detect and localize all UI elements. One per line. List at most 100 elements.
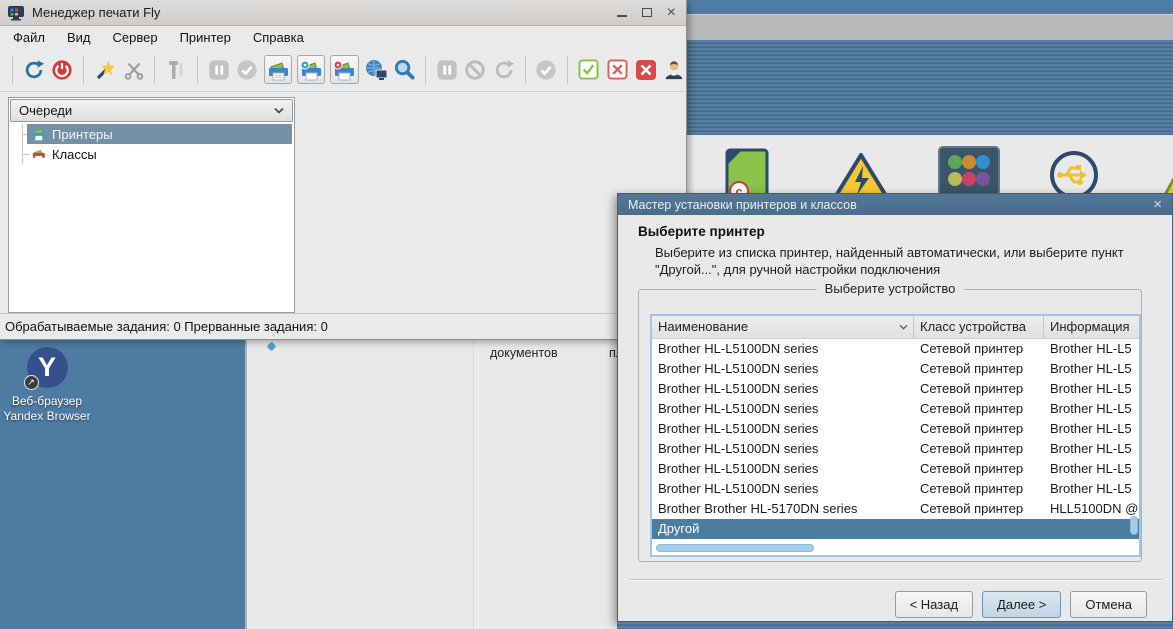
device-cell-device_class: Сетевой принтер xyxy=(914,439,1044,459)
menu-file[interactable]: Файл xyxy=(2,30,56,45)
column-header-name[interactable]: Наименование xyxy=(652,316,914,338)
wizard-description-line1: Выберите из списка принтер, найденный ав… xyxy=(655,244,1172,261)
wizard-description-line2: "Другой...", для ручной настройки подклю… xyxy=(655,261,1172,278)
desktop: c xyxy=(0,0,1173,629)
device-cell-info: Brother HL-L5 xyxy=(1044,399,1139,419)
accept-jobs-icon[interactable] xyxy=(577,57,601,83)
printer-class-icon xyxy=(31,147,47,161)
menu-help[interactable]: Справка xyxy=(242,30,315,45)
wizard-wand-icon[interactable] xyxy=(93,57,117,83)
yandex-browser-icon[interactable]: Y ↗ xyxy=(27,347,68,388)
vertical-scrollbar-thumb[interactable] xyxy=(1130,516,1138,535)
toolbar-separator xyxy=(425,56,426,84)
tree-item-label: Принтеры xyxy=(52,127,113,142)
wizard-close-button[interactable]: × xyxy=(1153,197,1162,212)
power-off-icon[interactable] xyxy=(50,57,74,83)
wizard-buttons: < Назад Далее > Отмена xyxy=(895,591,1147,618)
device-cell-name: Brother HL-L5100DN series xyxy=(652,379,914,399)
device-cell-name: Brother HL-L5100DN series xyxy=(652,419,914,439)
tree-item-printers[interactable]: Принтеры xyxy=(9,124,294,144)
device-row[interactable]: Другой xyxy=(652,519,1139,539)
device-cell-name: Brother HL-L5100DN series xyxy=(652,479,914,499)
search-icon[interactable] xyxy=(393,57,417,83)
device-groupbox-title: Выберите устройство xyxy=(817,281,964,296)
menu-server[interactable]: Сервер xyxy=(102,30,169,45)
window-title: Менеджер печати Fly xyxy=(32,5,617,20)
device-cell-device_class: Сетевой принтер xyxy=(914,499,1044,519)
device-row[interactable]: Brother HL-L5100DN seriesСетевой принтер… xyxy=(652,439,1139,459)
device-cell-device_class: Сетевой принтер xyxy=(914,359,1044,379)
device-row[interactable]: Brother HL-L5100DN seriesСетевой принтер… xyxy=(652,419,1139,439)
add-special-printer-button[interactable] xyxy=(330,55,358,84)
cancel-all-jobs-icon[interactable] xyxy=(634,57,658,83)
device-cell-info: Brother HL-L5 xyxy=(1044,459,1139,479)
refresh-icon[interactable] xyxy=(22,57,46,83)
column-header-class[interactable]: Класс устройства xyxy=(914,316,1044,338)
desktop-shortcut-yandex-browser[interactable]: Y ↗ Веб-браузер Yandex Browser xyxy=(2,347,92,424)
horizontal-scrollbar-thumb[interactable] xyxy=(656,544,814,552)
device-row[interactable]: Brother HL-L5100DN seriesСетевой принтер… xyxy=(652,359,1139,379)
device-cell-device_class: Сетевой принтер xyxy=(914,399,1044,419)
background-window-graybar xyxy=(687,14,1173,40)
device-cell-device_class xyxy=(914,519,1044,539)
chevron-down-icon xyxy=(274,107,284,114)
device-cell-device_class: Сетевой принтер xyxy=(914,419,1044,439)
queues-combobox[interactable]: Очереди xyxy=(10,99,293,122)
device-row[interactable]: Brother Brother HL-5170DN seriesСетевой … xyxy=(652,499,1139,519)
print-manager-app-icon xyxy=(7,5,25,21)
status-bar: Обрабатываемые задания: 0 Прерванные зад… xyxy=(0,313,686,339)
column-divider xyxy=(473,340,474,629)
add-printer-button[interactable] xyxy=(264,55,292,84)
device-cell-name: Другой xyxy=(652,519,914,539)
device-row[interactable]: Brother HL-L5100DN seriesСетевой принтер… xyxy=(652,399,1139,419)
device-row[interactable]: Brother HL-L5100DN seriesСетевой принтер… xyxy=(652,459,1139,479)
cancel-button[interactable]: Отмена xyxy=(1070,591,1147,618)
tree-item-classes[interactable]: Классы xyxy=(9,144,294,164)
toolbar-separator xyxy=(154,56,155,84)
menu-view[interactable]: Вид xyxy=(56,30,102,45)
device-groupbox: Выберите устройство Наименование Класс у… xyxy=(638,289,1142,562)
shortcut-label-line1: Веб-браузер xyxy=(2,394,92,409)
device-cell-name: Brother HL-L5100DN series xyxy=(652,339,914,359)
wizard-titlebar[interactable]: Мастер установки принтеров и классов × xyxy=(618,194,1172,215)
queues-tree: Принтеры Классы xyxy=(9,124,294,164)
next-button[interactable]: Далее > xyxy=(982,591,1061,618)
close-button[interactable]: × xyxy=(667,7,676,19)
column-header-documents: документов xyxy=(490,346,558,360)
minimize-button[interactable] xyxy=(617,9,627,17)
device-table-rows: Brother HL-L5100DN seriesСетевой принтер… xyxy=(652,339,1139,539)
device-row[interactable]: Brother HL-L5100DN seriesСетевой принтер… xyxy=(652,379,1139,399)
toolbar-separator xyxy=(197,56,198,84)
toolbar-separator xyxy=(83,56,84,84)
network-discover-icon[interactable] xyxy=(364,57,388,83)
column-header-info[interactable]: Информация xyxy=(1044,316,1139,338)
cut-icon xyxy=(122,57,146,83)
user-icon[interactable] xyxy=(663,57,687,83)
background-window-stripes xyxy=(687,40,1173,135)
cancel-job-icon xyxy=(464,57,488,83)
device-row[interactable]: Brother HL-L5100DN seriesСетевой принтер… xyxy=(652,479,1139,499)
shortcut-label-line2: Yandex Browser xyxy=(2,409,92,424)
background-stripes-bottom xyxy=(617,622,1173,629)
device-cell-name: Brother HL-L5100DN series xyxy=(652,439,914,459)
color-palette-icon xyxy=(938,146,1000,196)
device-table: Наименование Класс устройства Информация… xyxy=(650,314,1141,557)
menu-printer[interactable]: Принтер xyxy=(169,30,242,45)
print-manager-window: Менеджер печати Fly × Файл Вид Сервер Пр… xyxy=(0,0,687,340)
yandex-letter: Y xyxy=(38,352,56,382)
sort-chevron-icon xyxy=(899,324,908,330)
device-cell-device_class: Сетевой принтер xyxy=(914,479,1044,499)
approve-icon xyxy=(235,57,259,83)
device-table-header: Наименование Класс устройства Информация xyxy=(652,316,1139,339)
pause-icon xyxy=(207,57,231,83)
add-network-printer-button[interactable] xyxy=(297,55,325,84)
back-button[interactable]: < Назад xyxy=(895,591,973,618)
device-cell-name: Brother HL-L5100DN series xyxy=(652,359,914,379)
approve-job-icon xyxy=(535,57,559,83)
reject-jobs-icon[interactable] xyxy=(605,57,629,83)
maximize-button[interactable] xyxy=(642,8,652,17)
toolbar xyxy=(0,48,686,92)
print-manager-titlebar[interactable]: Менеджер печати Fly × xyxy=(0,0,686,26)
printer-icon xyxy=(31,127,47,141)
device-row[interactable]: Brother HL-L5100DN seriesСетевой принтер… xyxy=(652,339,1139,359)
